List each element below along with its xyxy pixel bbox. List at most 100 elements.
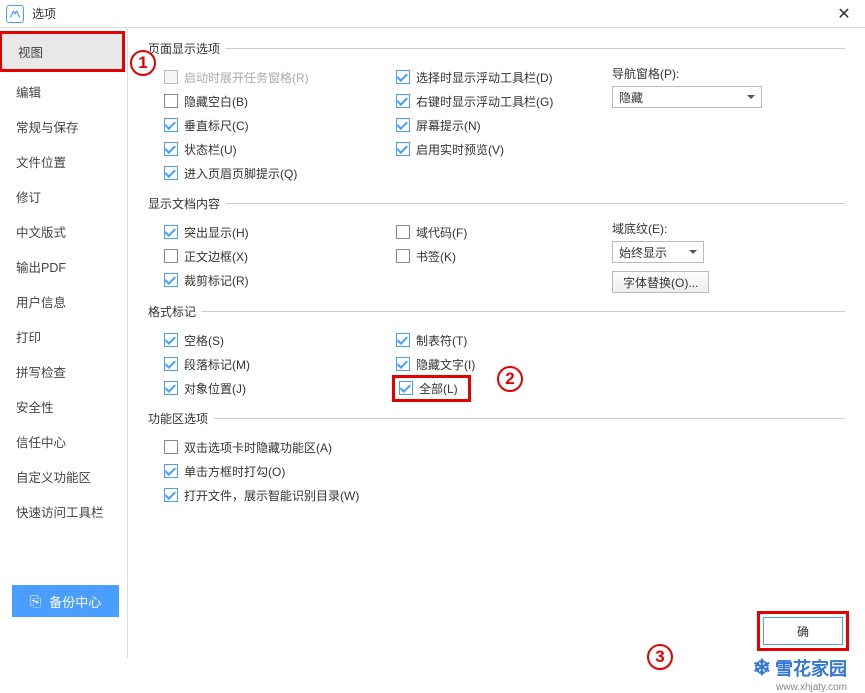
sidebar-item-general-save[interactable]: 常规与保存 [0, 109, 127, 144]
sidebar-item-edit[interactable]: 编辑 [0, 74, 127, 109]
divider [202, 311, 845, 312]
sidebar-item-trust-center[interactable]: 信任中心 [0, 424, 127, 459]
chevron-down-icon [689, 250, 697, 254]
checkbox-tab[interactable] [396, 333, 410, 347]
group-header: 功能区选项 [148, 410, 845, 427]
backup-icon: ⎘ [30, 593, 41, 610]
checkbox-label: 段落标记(M) [184, 356, 250, 373]
watermark-text: 雪花家园 [775, 655, 847, 681]
checkbox-object-position[interactable] [164, 381, 178, 395]
sidebar-item-quick-access[interactable]: 快速访问工具栏 [0, 494, 127, 529]
checkbox-header-footer-tip[interactable] [164, 166, 178, 180]
checkbox-dblclick-hide-ribbon[interactable] [164, 440, 178, 454]
checkbox-status-bar[interactable] [164, 142, 178, 156]
divider [226, 203, 845, 204]
sidebar-item-chinese-layout[interactable]: 中文版式 [0, 214, 127, 249]
checkbox-label: 隐藏文字(I) [416, 356, 475, 373]
button-label: 确 [797, 623, 809, 640]
group-header: 页面显示选项 [148, 40, 845, 57]
sidebar-item-output-pdf[interactable]: 输出PDF [0, 249, 127, 284]
checkbox-label: 垂直标尺(C) [184, 117, 249, 134]
titlebar: 选项 ✕ [0, 0, 865, 28]
backup-center-button[interactable]: ⎘ 备份中心 [12, 585, 119, 617]
checkbox-vertical-ruler[interactable] [164, 118, 178, 132]
checkbox-smart-toc[interactable] [164, 488, 178, 502]
checkbox-label: 隐藏空白(B) [184, 93, 248, 110]
checkbox-label: 书签(K) [416, 248, 456, 265]
sidebar-item-print[interactable]: 打印 [0, 319, 127, 354]
checkbox-label: 正文边框(X) [184, 248, 248, 265]
checkbox-hide-blank[interactable] [164, 94, 178, 108]
checkbox-highlight[interactable] [164, 225, 178, 239]
select-value: 隐藏 [619, 89, 643, 106]
checkbox-label: 单击方框时打勾(O) [184, 463, 285, 480]
nav-pane-select[interactable]: 隐藏 [612, 86, 762, 108]
chevron-down-icon [747, 95, 755, 99]
group-title: 显示文档内容 [148, 195, 220, 212]
nav-pane-label: 导航窗格(P): [612, 65, 845, 82]
checkbox-label: 启用实时预览(V) [416, 141, 504, 158]
button-label: 字体替换(O)... [623, 274, 698, 291]
sidebar-item-security[interactable]: 安全性 [0, 389, 127, 424]
checkbox-label: 启动时展开任务窗格(R) [184, 69, 309, 86]
checkbox-float-toolbar-select[interactable] [396, 70, 410, 84]
divider [214, 418, 845, 419]
window-title: 选项 [32, 5, 829, 22]
checkbox-label: 全部(L) [419, 380, 458, 397]
checkbox-label: 状态栏(U) [184, 141, 237, 158]
group-title: 页面显示选项 [148, 40, 220, 57]
field-shade-select[interactable]: 始终显示 [612, 241, 704, 263]
checkbox-hidden-text[interactable] [396, 357, 410, 371]
group-header: 格式标记 [148, 303, 845, 320]
close-button[interactable]: ✕ [829, 2, 859, 26]
group-doc-content: 显示文档内容 突出显示(H) 正文边框(X) 裁剪标记(R) 域代码(F) 书签… [148, 195, 845, 293]
checkbox-all[interactable] [399, 381, 413, 395]
sidebar: 视图 编辑 常规与保存 文件位置 修订 中文版式 输出PDF 用户信息 打印 拼… [0, 28, 128, 658]
group-header: 显示文档内容 [148, 195, 845, 212]
ok-button[interactable]: 确 [763, 617, 843, 645]
checkbox-crop-marks[interactable] [164, 273, 178, 287]
checkbox-paragraph-mark[interactable] [164, 357, 178, 371]
divider [226, 48, 845, 49]
group-page-display: 页面显示选项 启动时展开任务窗格(R) 隐藏空白(B) 垂直标尺(C) 状态栏(… [148, 40, 845, 185]
sidebar-item-view[interactable]: 视图 [2, 34, 122, 69]
checkbox-text-border[interactable] [164, 249, 178, 263]
button-label: 备份中心 [49, 592, 101, 611]
app-logo-icon [6, 5, 24, 23]
close-icon: ✕ [837, 4, 850, 24]
checkbox-label: 空格(S) [184, 332, 224, 349]
checkbox-label: 裁剪标记(R) [184, 272, 249, 289]
sidebar-item-revision[interactable]: 修订 [0, 179, 127, 214]
checkbox-label: 域代码(F) [416, 224, 467, 241]
checkbox-label: 选择时显示浮动工具栏(D) [416, 69, 553, 86]
checkbox-startup-taskpane [164, 70, 178, 84]
sidebar-item-file-location[interactable]: 文件位置 [0, 144, 127, 179]
sidebar-item-spellcheck[interactable]: 拼写检查 [0, 354, 127, 389]
checkbox-field-code[interactable] [396, 225, 410, 239]
checkbox-screen-tip[interactable] [396, 118, 410, 132]
group-ribbon: 功能区选项 双击选项卡时隐藏功能区(A) 单击方框时打勾(O) 打开文件，展示智… [148, 410, 845, 507]
sidebar-item-custom-ribbon[interactable]: 自定义功能区 [0, 459, 127, 494]
checkbox-live-preview[interactable] [396, 142, 410, 156]
checkbox-bookmark[interactable] [396, 249, 410, 263]
select-value: 始终显示 [619, 244, 667, 261]
checkbox-click-check[interactable] [164, 464, 178, 478]
main-panel: 页面显示选项 启动时展开任务窗格(R) 隐藏空白(B) 垂直标尺(C) 状态栏(… [128, 28, 865, 658]
checkbox-label: 对象位置(J) [184, 380, 246, 397]
checkbox-label: 进入页眉页脚提示(Q) [184, 165, 297, 182]
annotation-highlight-ok: 确 [757, 611, 849, 651]
font-substitute-button[interactable]: 字体替换(O)... [612, 271, 709, 293]
sidebar-item-user-info[interactable]: 用户信息 [0, 284, 127, 319]
group-format-marks: 格式标记 空格(S) 段落标记(M) 对象位置(J) 制表符(T) 隐藏文字(I… [148, 303, 845, 400]
watermark: ❄ 雪花家园 www.xhjaty.com [753, 655, 847, 681]
checkbox-float-toolbar-rightclick[interactable] [396, 94, 410, 108]
watermark-url: www.xhjaty.com [776, 682, 847, 693]
checkbox-label: 打开文件，展示智能识别目录(W) [184, 487, 359, 504]
checkbox-label: 右键时显示浮动工具栏(G) [416, 93, 553, 110]
checkbox-space[interactable] [164, 333, 178, 347]
checkbox-label: 制表符(T) [416, 332, 467, 349]
field-shade-label: 域底纹(E): [612, 220, 845, 237]
group-title: 功能区选项 [148, 410, 208, 427]
group-title: 格式标记 [148, 303, 196, 320]
checkbox-label: 屏幕提示(N) [416, 117, 481, 134]
